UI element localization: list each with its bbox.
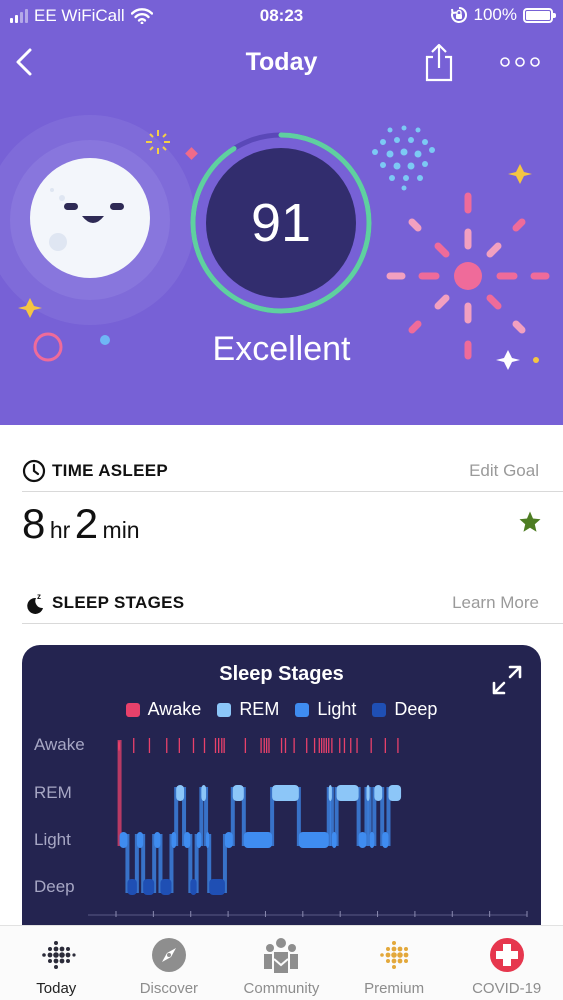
stage-segment <box>232 785 244 801</box>
stage-segment <box>224 832 233 848</box>
orientation-lock-icon <box>450 6 467 23</box>
community-icon <box>264 938 299 973</box>
tab-discover[interactable]: Discover <box>113 926 226 1000</box>
legend-swatch <box>217 702 232 717</box>
stage-segment <box>176 785 185 801</box>
stage-transition <box>117 740 122 846</box>
page-title: Today <box>245 48 318 76</box>
stage-segment <box>206 832 210 848</box>
legend-label: Light <box>317 699 357 719</box>
stage-segment <box>196 832 202 848</box>
stage-segment <box>358 832 367 848</box>
sleep-score-ring[interactable]: 91 <box>186 128 376 318</box>
clock-icon <box>22 459 46 483</box>
minutes-unit: min <box>102 517 140 543</box>
expand-icon[interactable] <box>490 663 524 697</box>
stage-segment <box>160 879 172 895</box>
legend-label: Awake <box>147 699 202 719</box>
svg-text:z: z <box>37 592 41 601</box>
tab-label: COVID-19 <box>472 980 542 997</box>
legend-deep: Deep <box>372 699 437 720</box>
tab-label: Today <box>36 980 77 997</box>
stage-segment <box>382 832 389 848</box>
time-asleep-title: TIME ASLEEP <box>52 461 169 480</box>
medical-cross-icon <box>489 938 524 972</box>
sleep-stages-chart-card[interactable]: Sleep Stages Awake REM Light Deep Awake … <box>22 645 541 945</box>
tab-premium[interactable]: Premium <box>338 926 451 1000</box>
legend-light: Light <box>295 699 356 720</box>
tab-bar: Today Discover Community Premium COVID-1… <box>0 925 563 1000</box>
battery-icon <box>523 7 556 23</box>
legend-swatch <box>295 702 310 717</box>
hours-unit: hr <box>49 517 71 543</box>
stage-segment <box>201 785 207 801</box>
sleep-stages-title: SLEEP STAGES <box>52 593 185 612</box>
chart-legend: Awake REM Light Deep <box>22 699 541 720</box>
stage-segment <box>298 832 329 848</box>
stage-segment <box>374 785 383 801</box>
tab-covid[interactable]: COVID-19 <box>450 926 563 1000</box>
star-icon <box>519 511 541 532</box>
learn-more-link[interactable]: Learn More <box>452 593 539 613</box>
hours-value: 8 <box>22 500 46 547</box>
stage-segment <box>272 785 299 801</box>
legend-label: REM <box>239 699 280 719</box>
stage-segment <box>369 832 375 848</box>
chart-title: Sleep Stages <box>219 663 344 685</box>
status-bar: EE WiFiCall 08:23 100% <box>0 0 563 32</box>
stage-segment <box>388 785 402 801</box>
tab-community[interactable]: Community <box>225 926 338 1000</box>
legend-awake: Awake <box>125 699 202 720</box>
stage-segment <box>136 832 144 848</box>
legend-swatch <box>125 702 140 717</box>
stage-segment <box>209 879 225 895</box>
tab-label: Premium <box>364 980 425 997</box>
sleep-stages-header: z SLEEP STAGES Learn More <box>22 588 563 624</box>
time-asleep-header: TIME ASLEEP Edit Goal <box>22 456 563 492</box>
legend-rem: REM <box>217 699 279 720</box>
sleep-score-value: 91 <box>250 193 312 253</box>
stage-segment <box>127 879 137 895</box>
time-asleep-value: 8 hr 2 min <box>22 500 542 550</box>
nav-bar: Today <box>0 40 563 88</box>
share-icon[interactable] <box>422 42 456 82</box>
edit-goal-link[interactable]: Edit Goal <box>469 461 539 481</box>
legend-label: Deep <box>394 699 438 719</box>
stage-segment <box>243 832 273 848</box>
stage-segment <box>154 832 161 848</box>
battery-percent: 100% <box>473 5 517 24</box>
status-right: 100% <box>450 5 556 25</box>
tab-label: Discover <box>139 980 199 997</box>
sleep-stages-chart <box>88 738 528 917</box>
more-dots-icon[interactable] <box>498 52 542 72</box>
legend-swatch <box>372 702 387 717</box>
stage-segment <box>331 832 337 848</box>
compass-icon <box>151 938 186 972</box>
sleep-score-rating: Excellent <box>212 330 351 368</box>
stage-segment <box>118 741 120 751</box>
stage-segment <box>190 879 197 895</box>
stage-segment <box>328 785 332 801</box>
moon-icon <box>30 158 150 278</box>
fitbit-dots-icon <box>42 941 76 969</box>
moon-zzz-icon: z <box>27 592 43 614</box>
stage-segment <box>366 785 370 801</box>
stage-segment <box>143 879 155 895</box>
sleep-score-hero: EE WiFiCall 08:23 100% Today 91 Excellen… <box>0 0 563 425</box>
stage-segment <box>171 832 177 848</box>
minutes-value: 2 <box>74 500 99 547</box>
tab-today[interactable]: Today <box>0 926 113 1000</box>
premium-dots-icon <box>380 941 409 969</box>
stage-segment <box>184 832 191 848</box>
stage-segment <box>336 785 359 801</box>
tab-label: Community <box>243 980 320 997</box>
stage-segment <box>119 832 128 848</box>
